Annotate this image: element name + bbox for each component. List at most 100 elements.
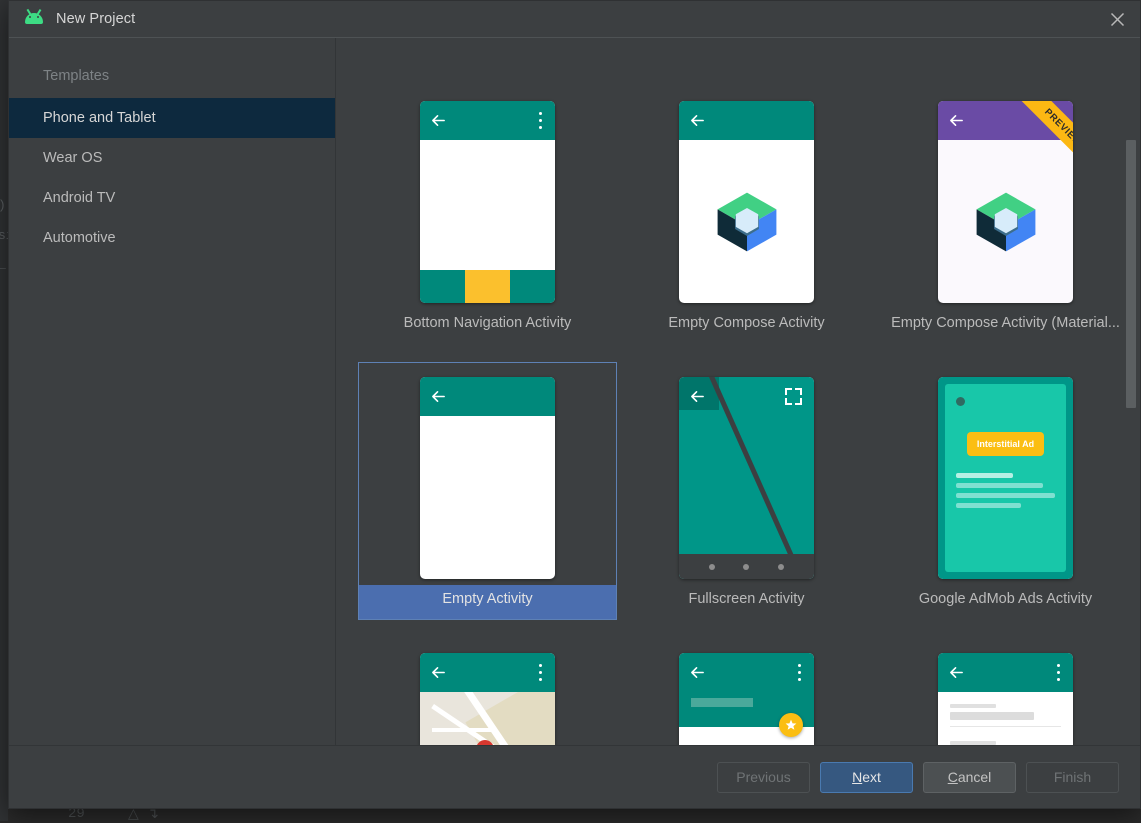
previous-button-label: Previous [736, 769, 790, 785]
dialog-title: New Project [56, 11, 135, 27]
finish-button[interactable]: Finish [1026, 762, 1119, 793]
template-card-empty-compose-activity-material3[interactable]: PREVIEW [876, 68, 1135, 344]
map-canvas [420, 692, 555, 745]
phone-preview-login [938, 653, 1073, 745]
previous-button[interactable]: Previous [717, 762, 810, 793]
template-card-login-activity[interactable] [876, 620, 1135, 745]
jetpack-compose-logo-icon [971, 187, 1041, 257]
sidebar-item-phone-and-tablet[interactable]: Phone and Tablet [9, 98, 335, 138]
sidebar-item-label: Templates [43, 68, 109, 84]
template-card-row0-b[interactable] [617, 38, 876, 68]
template-card-bottom-navigation-activity[interactable]: Bottom Navigation Activity [358, 68, 617, 344]
floating-action-button [779, 713, 803, 737]
template-thumbnail [679, 363, 814, 585]
avatar [956, 397, 965, 406]
template-card-google-admob-ads-activity[interactable]: Interstitial Ad [876, 344, 1135, 620]
template-thumbnail [938, 639, 1073, 745]
back-arrow-icon [431, 389, 446, 404]
bottom-navigation-bar [420, 270, 555, 303]
phone-preview-empty [420, 377, 555, 579]
template-label [359, 38, 616, 67]
new-project-dialog: New Project Templates Phone and Tablet W… [8, 0, 1141, 809]
phone-preview-admob: Interstitial Ad [938, 377, 1073, 579]
back-arrow-icon [949, 113, 964, 128]
template-card-empty-compose-activity[interactable]: Empty Compose Activity [617, 68, 876, 344]
template-grid-panel: Bottom Navigation Activity [336, 38, 1140, 745]
template-thumbnail [420, 87, 555, 309]
phone-preview-bottom-navigation [420, 101, 555, 303]
scrollbar-thumb[interactable] [1126, 140, 1136, 408]
sidebar-item-label: Automotive [43, 230, 116, 246]
jetpack-compose-logo-icon [712, 187, 782, 257]
phone-preview-fullscreen [679, 377, 814, 579]
toolbar-title-placeholder [691, 698, 753, 707]
phone-preview-maps [420, 653, 555, 745]
placeholder-text-lines [956, 473, 1055, 508]
password-label-placeholder [950, 741, 996, 745]
sidebar-item-android-tv[interactable]: Android TV [9, 178, 335, 218]
background-code-fragment-left: ) [0, 198, 6, 213]
sidebar-item-wear-os[interactable]: Wear OS [9, 138, 335, 178]
template-card-row0-a[interactable] [358, 38, 617, 68]
next-button-label: Next [852, 769, 881, 785]
template-label: Fullscreen Activity [618, 585, 875, 619]
map-marker-icon [476, 740, 494, 745]
template-thumbnail: Interstitial Ad [938, 363, 1073, 585]
template-label: Empty Compose Activity (Material... [877, 309, 1134, 343]
template-label: Empty Compose Activity [618, 309, 875, 343]
template-card-basic-activity[interactable] [617, 620, 876, 745]
background-code-fragment-left-3: _ [0, 256, 6, 271]
phone-preview-compose-material3: PREVIEW [938, 101, 1073, 303]
overflow-menu-icon [539, 664, 542, 681]
phone-preview-compose [679, 101, 814, 303]
overflow-menu-icon [1057, 664, 1060, 681]
sidebar-item-label: Phone and Tablet [43, 110, 156, 126]
next-button[interactable]: Next [820, 762, 913, 793]
template-thumbnail: PREVIEW [938, 87, 1073, 309]
template-thumbnail [679, 639, 814, 745]
template-label: Bottom Navigation Activity [359, 309, 616, 343]
template-category-sidebar: Templates Phone and Tablet Wear OS Andro… [9, 38, 336, 745]
template-grid-scrollbar[interactable] [1125, 38, 1137, 745]
phone-preview-basic [679, 653, 814, 745]
email-label-placeholder [950, 704, 996, 708]
interstitial-ad-button: Interstitial Ad [967, 432, 1044, 456]
cancel-button[interactable]: Cancel [923, 762, 1016, 793]
overflow-menu-icon [798, 664, 801, 681]
back-arrow-icon [949, 665, 964, 680]
system-navigation-bar [679, 554, 814, 579]
dialog-body: Templates Phone and Tablet Wear OS Andro… [9, 37, 1140, 745]
overflow-menu-icon [539, 112, 542, 129]
back-arrow-icon [431, 665, 446, 680]
back-arrow-icon [690, 389, 705, 404]
email-field-placeholder [950, 712, 1034, 720]
template-label [618, 38, 875, 67]
template-card-empty-activity[interactable]: Empty Activity [358, 344, 617, 620]
template-thumbnail [679, 87, 814, 309]
sidebar-item-label: Android TV [43, 190, 115, 206]
template-thumbnail [420, 363, 555, 585]
template-label: Empty Activity [359, 585, 616, 619]
cancel-button-label: Cancel [948, 769, 992, 785]
sidebar-item-automotive[interactable]: Automotive [9, 218, 335, 258]
template-thumbnail [420, 639, 555, 745]
back-arrow-icon [690, 113, 705, 128]
close-icon[interactable] [1094, 1, 1140, 37]
background-editor-strip [0, 0, 8, 821]
sidebar-item-templates: Templates [9, 54, 335, 98]
dialog-footer: Previous Next Cancel Finish [9, 745, 1140, 808]
login-form-placeholder [938, 692, 1073, 745]
template-label: Google AdMob Ads Activity [877, 585, 1134, 619]
sidebar-item-label: Wear OS [43, 150, 102, 166]
finish-button-label: Finish [1054, 769, 1091, 785]
fullscreen-expand-icon [785, 388, 802, 405]
template-label [877, 38, 1134, 67]
android-logo-icon [23, 11, 45, 27]
back-arrow-icon [690, 665, 705, 680]
dialog-titlebar: New Project [9, 1, 1140, 37]
template-card-google-maps-activity[interactable] [358, 620, 617, 745]
template-card-fullscreen-activity[interactable]: Fullscreen Activity [617, 344, 876, 620]
star-icon [785, 719, 797, 731]
template-card-row0-c[interactable] [876, 38, 1135, 68]
back-arrow-icon [431, 113, 446, 128]
